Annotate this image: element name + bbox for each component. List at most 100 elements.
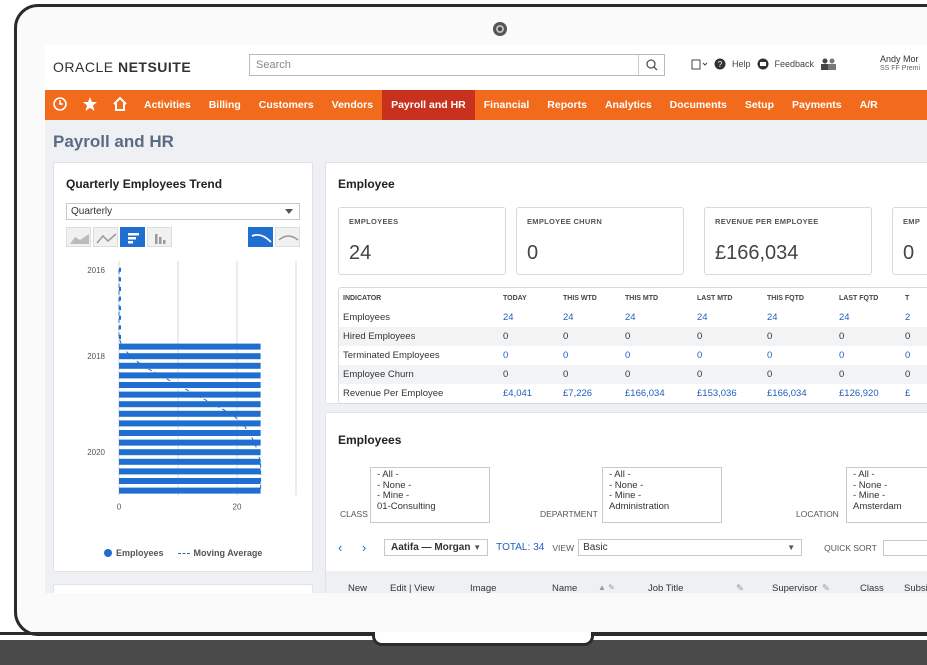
column-header[interactable]: T — [901, 288, 927, 308]
nav-analytics[interactable]: Analytics — [596, 90, 661, 120]
option[interactable]: - Mine - — [609, 490, 715, 502]
table-cell-link[interactable]: 24 — [835, 308, 901, 327]
edit-column-icon[interactable]: ✎ — [822, 583, 830, 593]
column-header[interactable]: THIS MTD — [621, 288, 693, 308]
option[interactable]: 01-Consulting — [377, 501, 483, 513]
department-filter-select[interactable]: - All - - None - - Mine - Administration — [602, 467, 722, 523]
option[interactable]: - Mine - — [853, 490, 927, 502]
column-header[interactable]: Image — [470, 583, 496, 593]
role-switch-icon[interactable] — [820, 57, 840, 71]
location-filter-select[interactable]: - All - - None - - Mine - Amsterdam — [846, 467, 927, 523]
recent-records-icon[interactable] — [690, 57, 708, 71]
nav-payments[interactable]: Payments — [783, 90, 851, 120]
prev-page-icon[interactable]: ‹ — [338, 540, 362, 555]
column-header[interactable]: Edit | View — [390, 583, 435, 593]
option[interactable]: Administration — [609, 501, 715, 513]
table-cell-link[interactable]: 0 — [835, 346, 901, 365]
nav-activities[interactable]: Activities — [135, 90, 200, 120]
option[interactable]: - All - — [377, 469, 483, 481]
table-cell-link[interactable]: £ — [901, 384, 927, 403]
feedback-link[interactable]: Feedback — [775, 59, 815, 69]
range-select[interactable]: Aatifa — Morgan ▼ — [384, 539, 489, 556]
nav-documents[interactable]: Documents — [661, 90, 736, 120]
trendline-off-icon[interactable] — [275, 227, 300, 247]
column-header[interactable]: LAST MTD — [693, 288, 763, 308]
next-page-icon[interactable]: › — [362, 540, 384, 555]
help-link[interactable]: Help — [732, 59, 751, 69]
nav-ar[interactable]: A/R — [851, 90, 887, 120]
bar-employees — [119, 449, 261, 456]
table-cell-link[interactable]: 24 — [559, 308, 621, 327]
area-chart-icon[interactable] — [66, 227, 91, 247]
kpi-employees[interactable]: EMPLOYEES 24 — [338, 207, 506, 275]
nav-vendors[interactable]: Vendors — [323, 90, 382, 120]
table-cell-link[interactable]: £153,036 — [693, 384, 763, 403]
search-input[interactable]: Search — [249, 54, 665, 76]
column-header[interactable]: Class — [860, 583, 884, 593]
table-cell-link[interactable]: 0 — [763, 346, 835, 365]
recent-icon[interactable] — [45, 96, 75, 115]
column-header[interactable]: THIS WTD — [559, 288, 621, 308]
period-select[interactable]: Quarterly — [66, 203, 300, 220]
option[interactable]: - All - — [609, 469, 715, 481]
column-header[interactable]: Name — [552, 583, 577, 593]
nav-billing[interactable]: Billing — [200, 90, 250, 120]
kpi-emp-truncated[interactable]: EMP 0 — [892, 207, 927, 275]
view-select[interactable]: Basic ▼ — [578, 539, 803, 556]
option[interactable]: Amsterdam — [853, 501, 927, 513]
nav-setup[interactable]: Setup — [736, 90, 783, 120]
column-header[interactable]: TODAY — [499, 288, 559, 308]
table-cell-link[interactable]: 0 — [693, 346, 763, 365]
portlet-title: Employee — [338, 177, 395, 191]
line-chart-icon[interactable] — [93, 227, 118, 247]
kpi-value: 24 — [349, 242, 372, 264]
feedback-icon[interactable] — [757, 58, 769, 70]
table-cell-link[interactable]: 24 — [499, 308, 559, 327]
kpi-employee-churn[interactable]: EMPLOYEE CHURN 0 — [516, 207, 684, 275]
search-button[interactable] — [638, 55, 664, 75]
bar-chart-horizontal-icon[interactable] — [120, 227, 145, 247]
class-filter-select[interactable]: - All - - None - - Mine - 01-Consulting — [370, 467, 490, 523]
option[interactable]: - All - — [853, 469, 927, 481]
nav-reports[interactable]: Reports — [538, 90, 596, 120]
nav-financial[interactable]: Financial — [475, 90, 539, 120]
table-cell-link[interactable]: 24 — [693, 308, 763, 327]
table-cell-link[interactable]: 24 — [763, 308, 835, 327]
help-icon[interactable]: ? — [714, 58, 726, 70]
table-cell-link[interactable]: 0 — [621, 346, 693, 365]
table-cell: 0 — [901, 327, 927, 346]
column-header[interactable]: New — [348, 583, 367, 593]
table-cell-link[interactable]: 24 — [621, 308, 693, 327]
table-cell-link[interactable]: £166,034 — [621, 384, 693, 403]
table-cell-link[interactable]: 0 — [559, 346, 621, 365]
column-header[interactable]: Supervisor — [772, 583, 817, 593]
nav-payroll-and-hr[interactable]: Payroll and HR — [382, 90, 475, 120]
column-header[interactable]: LAST FQTD — [835, 288, 901, 308]
legend-moving-average[interactable]: Moving Average — [177, 548, 262, 558]
column-header[interactable]: Subsi — [904, 583, 927, 593]
trendline-on-icon[interactable] — [248, 227, 273, 247]
star-icon[interactable] — [75, 96, 105, 115]
quick-sort-select[interactable] — [882, 539, 927, 556]
nav-customers[interactable]: Customers — [250, 90, 323, 120]
employees-list-portlet: Employees CLASS - All - - None - - Mine … — [325, 412, 927, 593]
logo[interactable]: ORACLE NETSUITE — [53, 59, 191, 75]
table-cell-link[interactable]: 2 — [901, 308, 927, 327]
table-cell-link[interactable]: £166,034 — [763, 384, 835, 403]
table-cell-link[interactable]: £7,226 — [559, 384, 621, 403]
table-cell-link[interactable]: £4,041 — [499, 384, 559, 403]
column-chart-icon[interactable] — [147, 227, 172, 247]
kpi-revenue-per-employee[interactable]: REVENUE PER EMPLOYEE £166,034 — [704, 207, 872, 275]
option[interactable]: - Mine - — [377, 490, 483, 502]
table-cell-link[interactable]: £126,920 — [835, 384, 901, 403]
edit-column-icon[interactable]: ✎ — [736, 583, 744, 593]
column-header[interactable]: Job Title — [648, 583, 683, 593]
home-icon[interactable] — [105, 96, 135, 115]
legend-employees[interactable]: Employees — [104, 548, 164, 558]
column-header[interactable]: INDICATOR — [339, 288, 499, 308]
column-header[interactable]: THIS FQTD — [763, 288, 835, 308]
table-cell-link[interactable]: 0 — [901, 346, 927, 365]
user-menu[interactable]: Andy Mor SS FF Premi — [880, 54, 920, 74]
table-cell-link[interactable]: 0 — [499, 346, 559, 365]
sort-asc-icon[interactable]: ▲ ✎ — [598, 583, 615, 592]
